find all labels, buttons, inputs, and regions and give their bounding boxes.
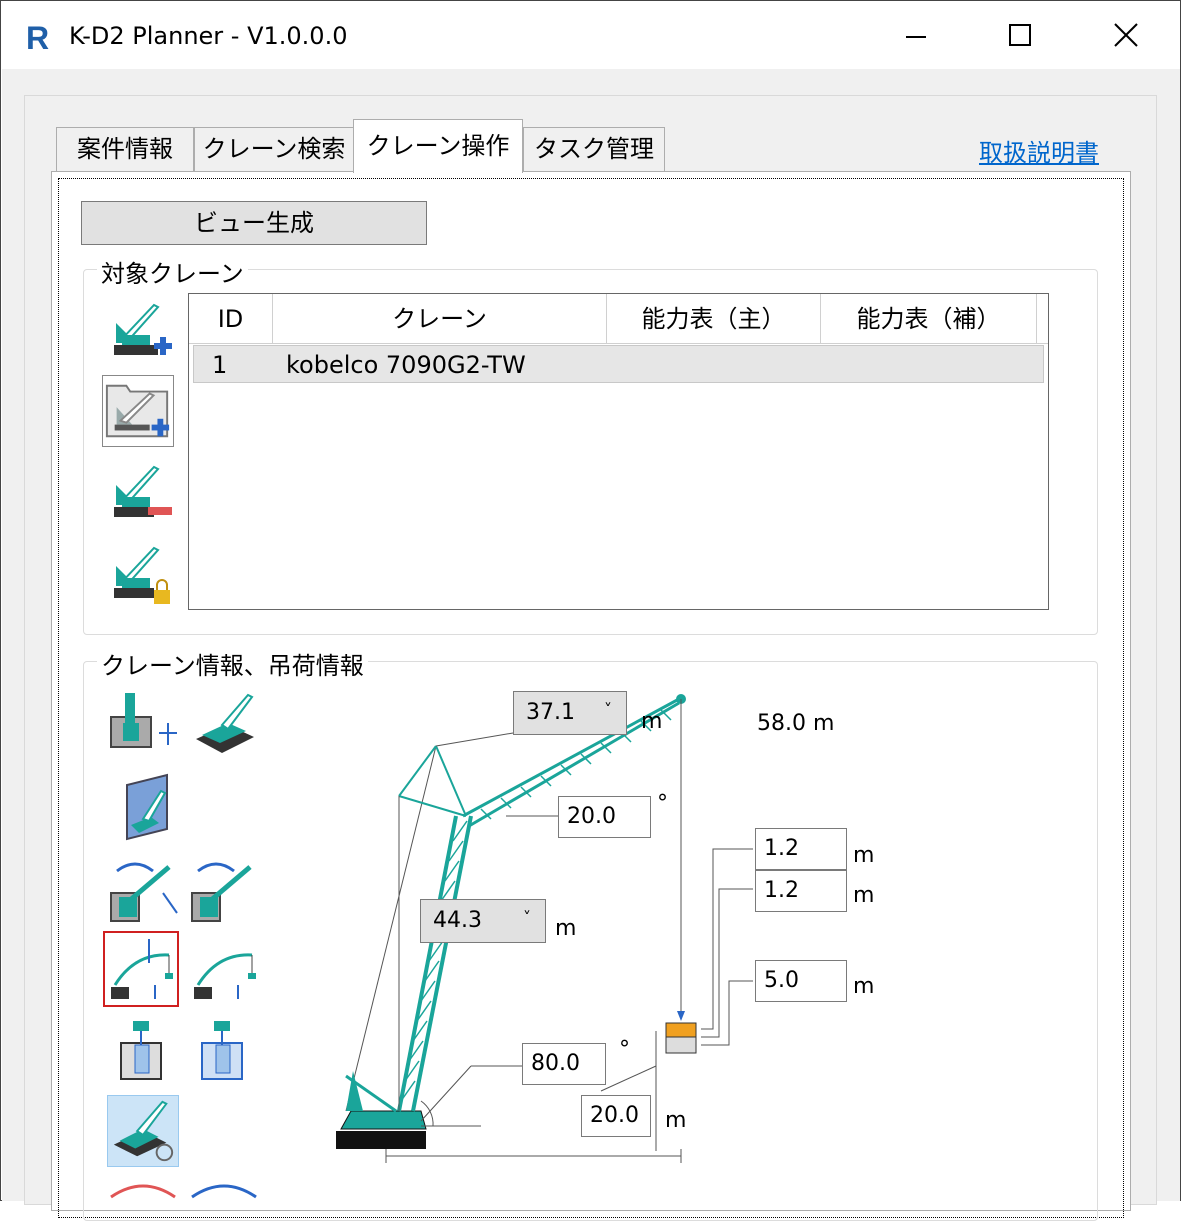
partial-icon-1[interactable] xyxy=(107,1177,179,1202)
crane-section-icon[interactable] xyxy=(107,771,179,843)
jib-length-combo[interactable]: 37.1 ˅ xyxy=(513,691,627,735)
crane-lock-icon[interactable] xyxy=(102,538,174,610)
jib-length-value: 37.1 xyxy=(526,700,575,725)
column-header-aux-table[interactable]: 能力表（補） xyxy=(821,294,1037,344)
maximize-button[interactable] xyxy=(975,1,1065,69)
column-header-main-table[interactable]: 能力表（主） xyxy=(607,294,821,344)
boom-length-combo[interactable]: 44.3 ˅ xyxy=(420,899,546,943)
minimize-button[interactable] xyxy=(871,1,961,69)
row-id: 1 xyxy=(212,351,228,379)
boom-angle-input[interactable]: 80.0 xyxy=(522,1043,606,1085)
tab-crane-search[interactable]: クレーン検索 xyxy=(194,127,354,171)
column-header-id[interactable]: ID xyxy=(189,294,273,344)
revit-app-icon: R xyxy=(23,19,55,56)
title-bar[interactable]: R K-D2 Planner - V1.0.0.0 xyxy=(1,1,1180,69)
load-dim-3-unit: m xyxy=(853,974,875,999)
chevron-down-icon: ˅ xyxy=(604,700,612,719)
crane-add-icon[interactable] xyxy=(102,295,174,367)
maximize-icon xyxy=(1009,24,1031,46)
tab-project-info[interactable]: 案件情報 xyxy=(56,127,194,171)
tab-crane-operation[interactable]: クレーン操作 xyxy=(353,119,523,173)
table-row[interactable]: 1 kobelco 7090G2-TW xyxy=(193,345,1044,383)
load-dim-1-input[interactable]: 1.2 xyxy=(755,828,847,870)
crane-move-icon[interactable] xyxy=(107,689,179,761)
jib-length-unit: m xyxy=(641,709,663,734)
crane-rotate-right-icon[interactable] xyxy=(188,853,260,925)
boom-length-unit: m xyxy=(555,916,577,941)
radius-input[interactable]: 20.0 xyxy=(581,1095,651,1137)
row-crane: kobelco 7090G2-TW xyxy=(286,351,526,379)
crane-grid[interactable]: ID クレーン 能力表（主） 能力表（補） 1 kobelco 7090G2-T… xyxy=(188,293,1049,610)
chevron-down-icon: ˅ xyxy=(523,908,531,927)
boom-length-value: 44.3 xyxy=(433,908,482,933)
load-dim-2-input[interactable]: 1.2 xyxy=(755,870,847,912)
load-dim-2-unit: m xyxy=(853,883,875,908)
boom-angle-unit: ° xyxy=(619,1037,630,1062)
tab-task-management[interactable]: タスク管理 xyxy=(523,127,665,171)
load-object-icon[interactable] xyxy=(107,1015,179,1087)
crane-folder-add-icon[interactable] xyxy=(102,375,174,447)
crane-lift-height-icon[interactable] xyxy=(103,931,179,1007)
partial-icon-2[interactable] xyxy=(188,1177,260,1202)
load-object-alt-icon[interactable] xyxy=(188,1015,260,1087)
manual-link[interactable]: 取扱説明書 xyxy=(979,133,1099,168)
generate-view-button[interactable]: ビュー生成 xyxy=(81,201,427,245)
column-header-crane[interactable]: クレーン xyxy=(273,294,607,344)
crane-info-group-label: クレーン情報、吊荷情報 xyxy=(97,646,368,681)
window-title: K-D2 Planner - V1.0.0.0 xyxy=(69,22,348,50)
target-crane-group-label: 対象クレーン xyxy=(97,254,248,289)
minimize-icon xyxy=(906,36,926,38)
close-icon xyxy=(1114,23,1138,47)
jib-angle-input[interactable]: 20.0 xyxy=(558,796,651,838)
crane-lift-radius-icon[interactable] xyxy=(188,933,260,1005)
app-window: R K-D2 Planner - V1.0.0.0 案件情報 クレーン検索 クレ… xyxy=(0,0,1181,1221)
crane-3d-icon[interactable] xyxy=(188,689,260,761)
jib-angle-unit: ° xyxy=(657,791,668,816)
crane-rotate-left-icon[interactable] xyxy=(107,853,179,925)
close-button[interactable] xyxy=(1081,1,1171,69)
load-dim-3-input[interactable]: 5.0 xyxy=(755,960,847,1002)
crane-outrigger-icon[interactable] xyxy=(107,1095,179,1167)
radius-unit: m xyxy=(665,1108,687,1133)
grid-header: ID クレーン 能力表（主） 能力表（補） xyxy=(189,294,1048,344)
load-dim-1-unit: m xyxy=(853,843,875,868)
total-height-label: 58.0 m xyxy=(757,711,835,736)
crane-remove-icon[interactable] xyxy=(102,457,174,529)
svg-text:R: R xyxy=(26,20,49,53)
